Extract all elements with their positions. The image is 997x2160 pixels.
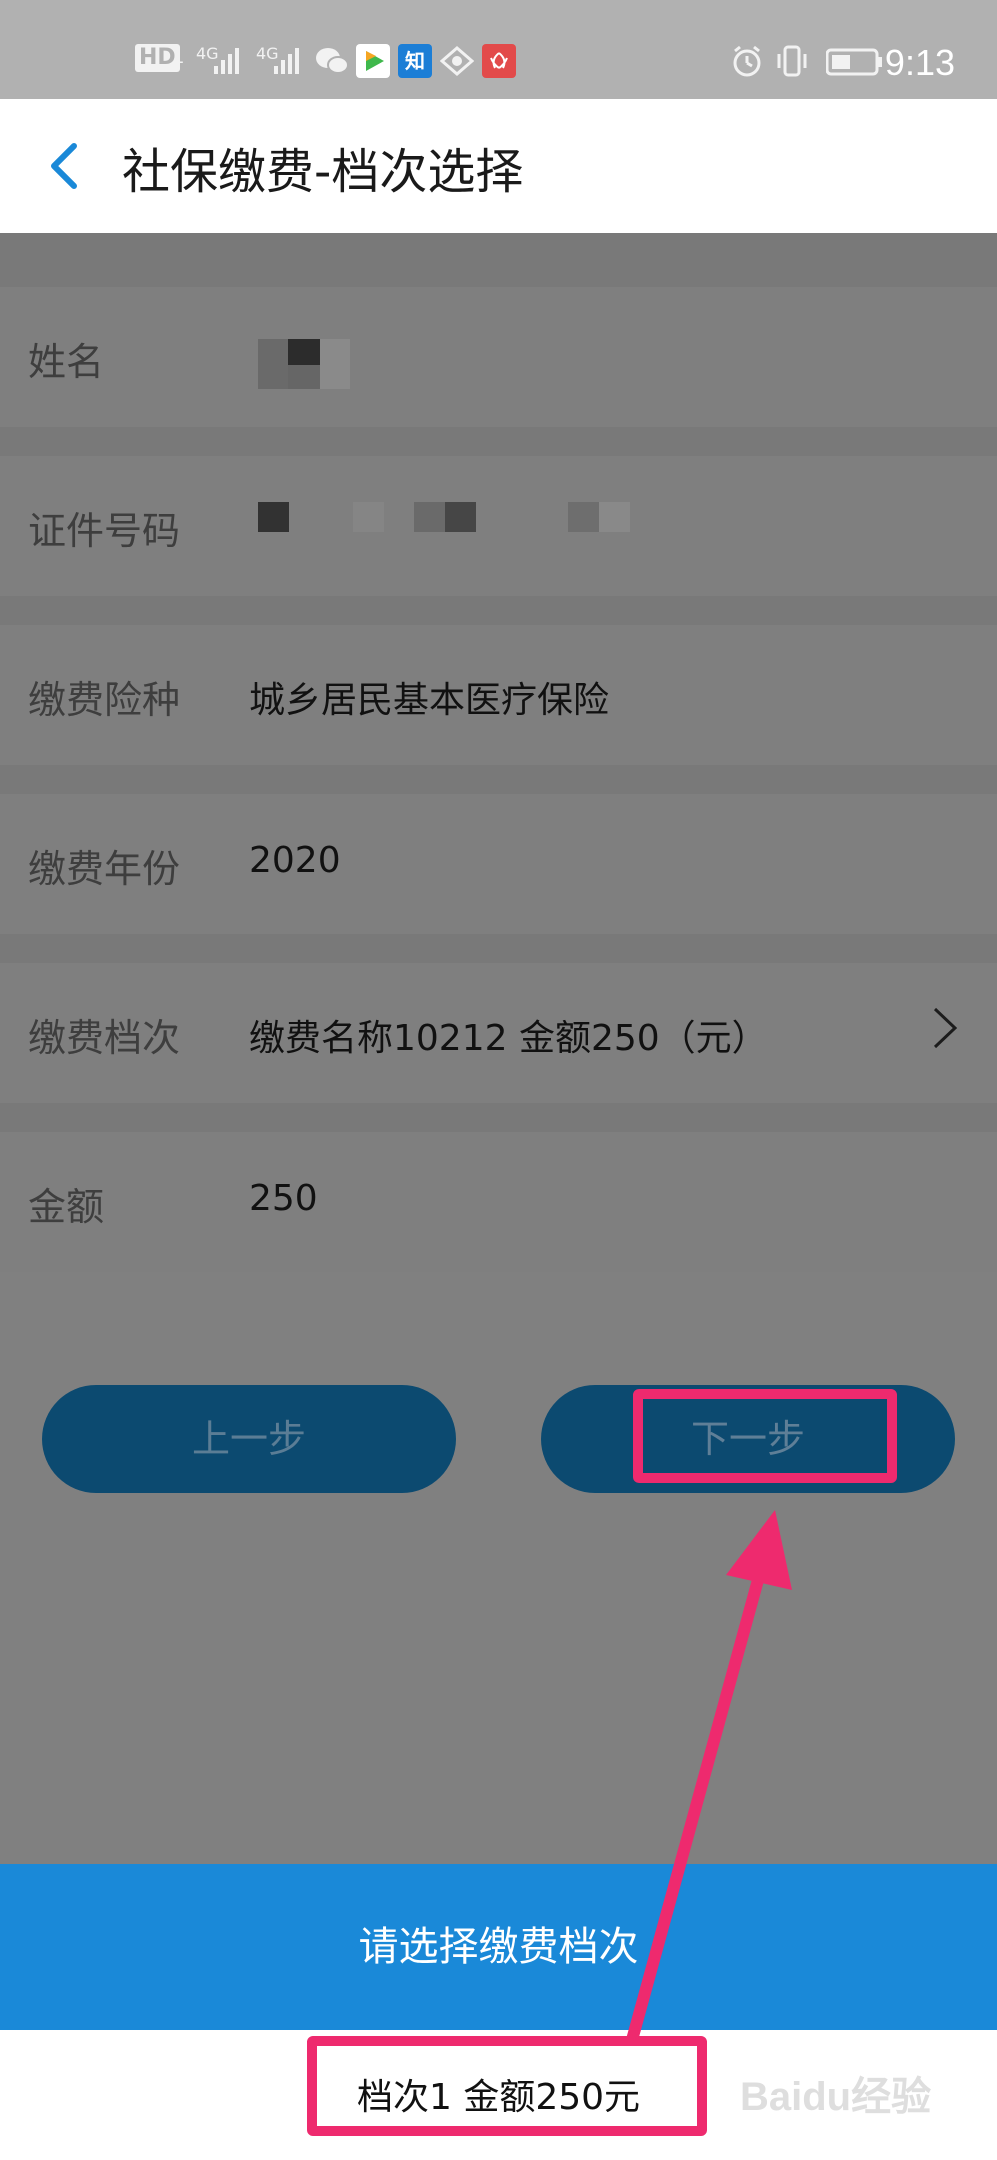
wechat-icon — [315, 46, 349, 80]
chevron-right-icon — [933, 1007, 958, 1049]
sim-indicator: 1 — [173, 47, 185, 68]
amount-label: 金额 — [28, 1185, 105, 1229]
huawei-app-icon — [482, 44, 516, 78]
app-header: 社保缴费-档次选择 — [0, 99, 997, 233]
redacted-block — [599, 502, 630, 532]
redacted-block — [288, 339, 320, 365]
form-spacer — [0, 233, 997, 287]
form-row-year: 缴费年份 2020 — [0, 794, 997, 934]
video-app-icon — [356, 44, 390, 78]
form-divider — [0, 1103, 997, 1132]
form-divider — [0, 427, 997, 456]
form-row-amount: 金额 250 — [0, 1132, 997, 1272]
page-title: 社保缴费-档次选择 — [122, 144, 524, 200]
picker-sheet-header: 请选择缴费档次 — [0, 1864, 997, 2030]
form-row-payment-grade[interactable]: 缴费档次 缴费名称10212 金额250（元） — [0, 963, 997, 1103]
redacted-block — [258, 339, 288, 389]
alarm-icon — [730, 44, 764, 82]
form-row-insurance-type: 缴费险种 城乡居民基本医疗保险 — [0, 625, 997, 765]
zhihu-app-icon: 知 — [398, 44, 432, 78]
status-bar: HD 1 4G 4G 知 9:13 — [0, 0, 997, 99]
redacted-block — [414, 502, 445, 532]
amount-value: 250 — [249, 1178, 318, 1219]
form-row-id-number: 证件号码 — [0, 456, 997, 596]
payment-grade-label: 缴费档次 — [28, 1016, 181, 1060]
redacted-block — [258, 502, 289, 532]
back-button[interactable] — [38, 136, 98, 196]
chevron-left-icon — [51, 143, 77, 189]
baidu-watermark: Baidu经验 — [740, 2075, 932, 2119]
option-highlight-box — [307, 2036, 707, 2136]
signal-icon-2 — [274, 46, 304, 80]
signal-icon — [214, 46, 244, 80]
prev-step-button[interactable]: 上一步 — [42, 1385, 456, 1493]
year-label: 缴费年份 — [28, 847, 181, 891]
vibrate-icon — [775, 44, 809, 82]
redacted-block — [353, 502, 384, 532]
insurance-type-value: 城乡居民基本医疗保险 — [249, 680, 610, 721]
form-divider — [0, 596, 997, 625]
clock: 9:13 — [884, 42, 955, 83]
form-divider — [0, 765, 997, 794]
year-value: 2020 — [249, 840, 341, 881]
id-number-label: 证件号码 — [28, 509, 181, 553]
redacted-block — [320, 339, 350, 389]
form-divider — [0, 934, 997, 963]
insurance-type-label: 缴费险种 — [28, 678, 181, 722]
vpn-icon — [439, 46, 475, 80]
redacted-block — [288, 365, 320, 389]
next-button-highlight-box — [633, 1389, 897, 1483]
name-label: 姓名 — [28, 340, 105, 384]
battery-icon — [825, 48, 884, 80]
payment-grade-value[interactable]: 缴费名称10212 金额250（元） — [249, 1009, 768, 1061]
form-row-name: 姓名 — [0, 287, 997, 427]
picker-sheet-title: 请选择缴费档次 — [358, 1924, 639, 1970]
redacted-block — [445, 502, 476, 532]
redacted-block — [568, 502, 599, 532]
